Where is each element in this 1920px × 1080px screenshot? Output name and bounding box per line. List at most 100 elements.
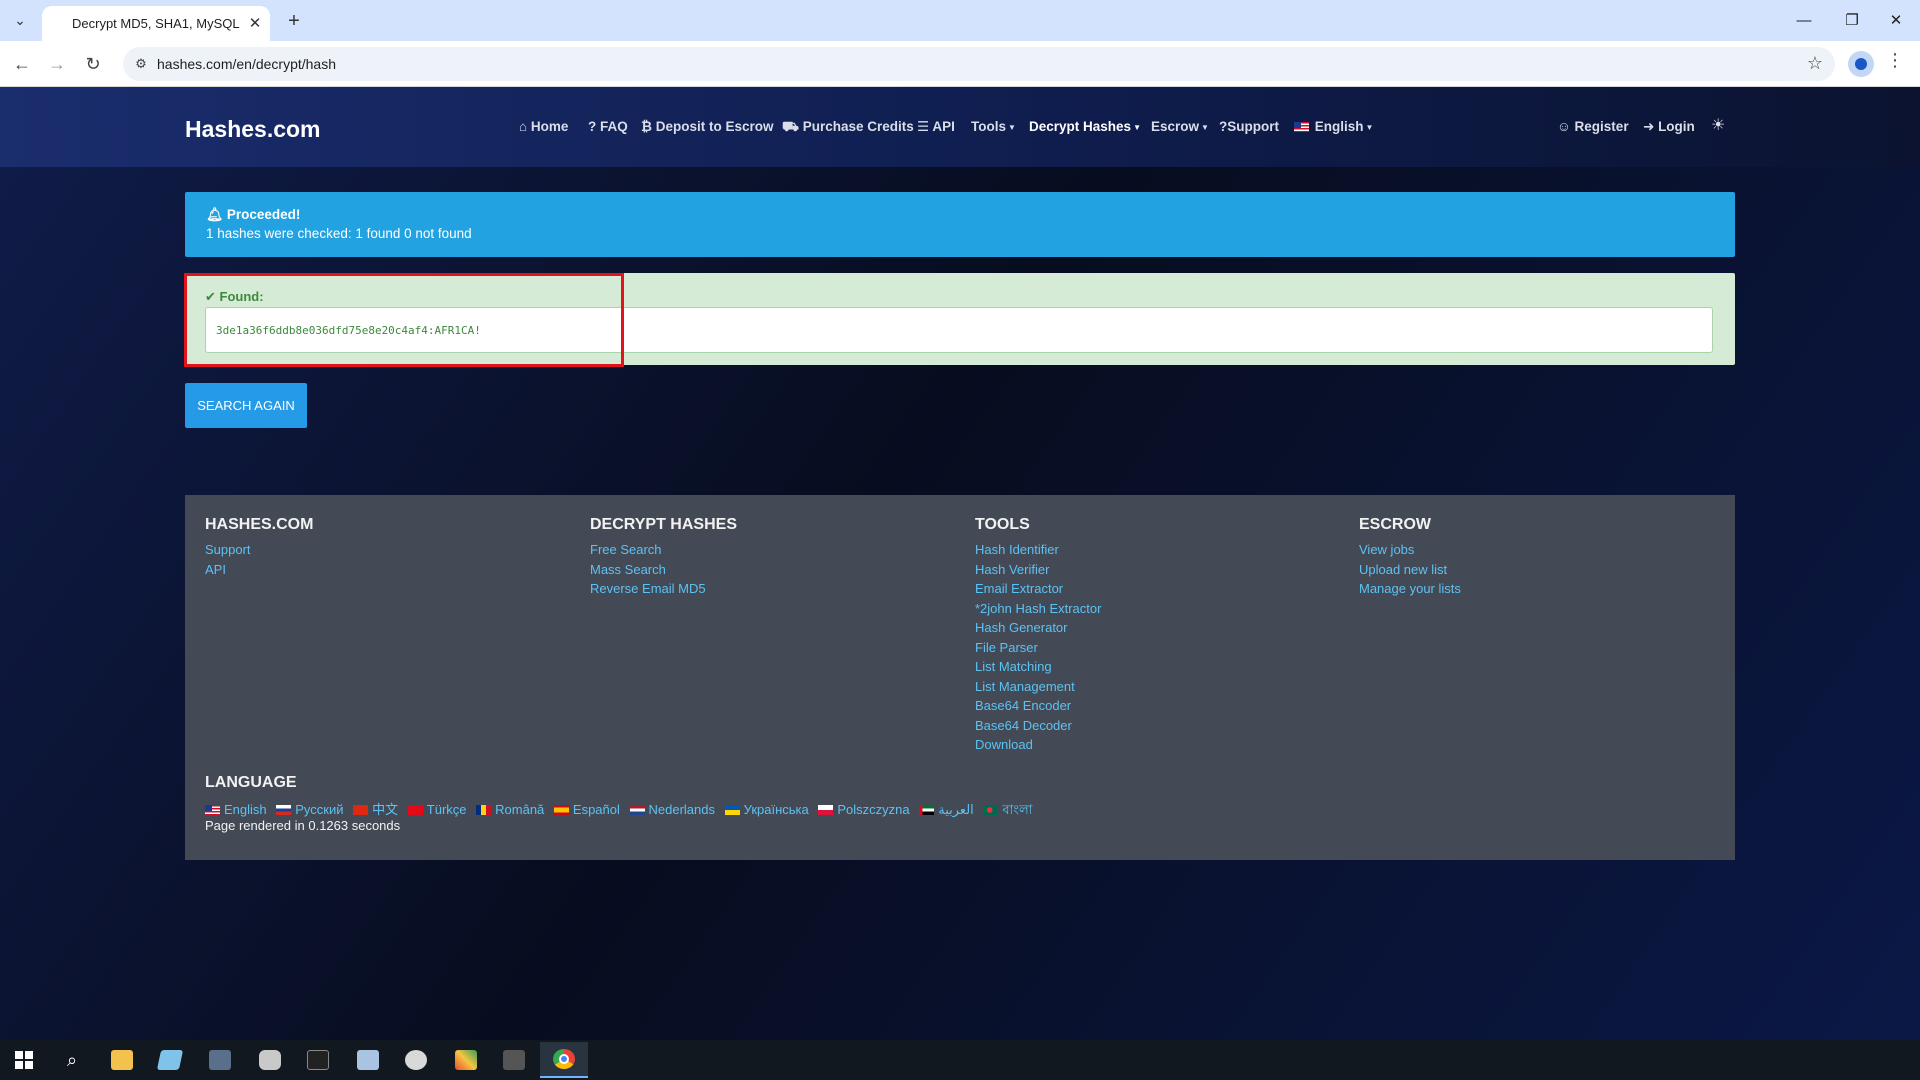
- footer-link[interactable]: Manage your lists: [1359, 579, 1461, 599]
- nav-login-label: Login: [1658, 119, 1695, 134]
- browser-tab-active[interactable]: Decrypt MD5, SHA1, MySQL, N ✕: [42, 6, 270, 41]
- profile-avatar-icon[interactable]: [1848, 51, 1874, 77]
- language-link-spanish[interactable]: Español: [553, 802, 620, 817]
- close-window-icon[interactable]: ✕: [1878, 7, 1914, 33]
- site-info-icon[interactable]: ⚙: [131, 54, 151, 74]
- vpn-tool-icon[interactable]: [490, 1042, 538, 1078]
- footer-link[interactable]: Email Extractor: [975, 579, 1101, 599]
- footer-link[interactable]: Mass Search: [590, 560, 737, 580]
- terminal-icon[interactable]: [294, 1042, 342, 1078]
- found-label: ✔ Found:: [205, 289, 264, 305]
- pl-flag-icon: [818, 805, 834, 815]
- footer-link[interactable]: List Management: [975, 677, 1101, 697]
- forward-arrow-icon[interactable]: →: [43, 50, 71, 78]
- nav-escrow[interactable]: Escrow ▼: [1151, 119, 1209, 134]
- nav-faq[interactable]: ? FAQ: [588, 119, 628, 134]
- sheep-app-icon[interactable]: [392, 1042, 440, 1078]
- language-link-romanian[interactable]: Română: [476, 802, 544, 817]
- tab-search-chevron-icon[interactable]: ⌄: [7, 8, 33, 32]
- notepad-shape: [156, 1050, 184, 1070]
- ru-flag-icon: [276, 805, 292, 815]
- footer-link[interactable]: Reverse Email MD5: [590, 579, 737, 599]
- disk-utility-icon[interactable]: [196, 1042, 244, 1078]
- nav-tools[interactable]: Tools ▼: [971, 119, 1016, 134]
- footer-link[interactable]: Base64 Decoder: [975, 716, 1101, 736]
- footer-link[interactable]: Hash Verifier: [975, 560, 1101, 580]
- notepad-icon[interactable]: [146, 1042, 194, 1078]
- site-brand[interactable]: Hashes.com: [185, 116, 321, 143]
- network-shape: [357, 1050, 379, 1070]
- footer-col-escrow: ESCROW View jobs Upload new list Manage …: [1359, 516, 1461, 599]
- search-again-button[interactable]: Search Again: [185, 383, 307, 428]
- language-link-russian[interactable]: Русский: [276, 802, 344, 817]
- chrome-shape: [553, 1049, 575, 1069]
- network-tool-icon[interactable]: [344, 1042, 392, 1078]
- address-bar[interactable]: ⚙ hashes.com/en/decrypt/hash ☆: [123, 47, 1835, 81]
- bd-flag-icon: [983, 805, 999, 815]
- es-flag-icon: [553, 805, 569, 815]
- footer-link[interactable]: Download: [975, 735, 1101, 755]
- alert-title: 🔔︎ Proceeded!: [206, 207, 300, 223]
- check-icon: ✔: [205, 289, 220, 304]
- nav-deposit[interactable]: ₿ Deposit to Escrow: [641, 119, 774, 134]
- alert-title-text: Proceeded!: [226, 207, 301, 222]
- nav-support[interactable]: ?Support: [1219, 119, 1279, 134]
- nav-api[interactable]: ☰ API: [917, 119, 955, 135]
- language-link-ukrainian[interactable]: Українська: [724, 802, 809, 817]
- language-title: LANGUAGE: [205, 774, 297, 791]
- language-link-dutch[interactable]: Nederlands: [629, 802, 715, 817]
- nav-language[interactable]: English ▼: [1294, 119, 1373, 134]
- language-link-chinese[interactable]: 中文: [353, 802, 398, 817]
- nav-language-label: English: [1314, 119, 1364, 134]
- footer-link[interactable]: Free Search: [590, 540, 737, 560]
- footer-link[interactable]: File Parser: [975, 638, 1101, 658]
- start-windows-icon[interactable]: [0, 1042, 48, 1078]
- url-text[interactable]: hashes.com/en/decrypt/hash: [157, 56, 336, 72]
- footer-col-tools: TOOLS Hash Identifier Hash Verifier Emai…: [975, 516, 1101, 755]
- home-icon: ⌂: [519, 119, 531, 134]
- browser-menu-icon[interactable]: ⋮: [1885, 50, 1905, 71]
- footer-link[interactable]: Hash Identifier: [975, 540, 1101, 560]
- footer-link[interactable]: View jobs: [1359, 540, 1461, 560]
- database-shape: [259, 1050, 281, 1070]
- footer-link[interactable]: *2john Hash Extractor: [975, 599, 1101, 619]
- nav-home[interactable]: ⌂ Home: [519, 119, 568, 134]
- footer-link[interactable]: Support: [205, 540, 313, 560]
- theme-toggle-sun-icon[interactable]: ☀: [1711, 115, 1725, 135]
- bookmark-star-icon[interactable]: ☆: [1807, 53, 1823, 74]
- minimize-icon[interactable]: —: [1786, 7, 1822, 33]
- found-hash-value[interactable]: 3de1a36f6ddb8e036dfd75e8e20c4af4:AFR1CA!: [216, 324, 481, 337]
- language-link-english[interactable]: English: [205, 802, 267, 817]
- language-label: 中文: [372, 802, 399, 817]
- nav-purchase-label: Purchase Credits: [802, 119, 914, 134]
- back-arrow-icon[interactable]: ←: [8, 50, 36, 78]
- nav-purchase[interactable]: ⛟ Purchase Credits: [782, 119, 914, 137]
- footer-link[interactable]: API: [205, 560, 313, 580]
- reload-icon[interactable]: ↻: [79, 50, 107, 78]
- language-link-turkish[interactable]: Türkçe: [407, 802, 467, 817]
- terminal-shape: [307, 1050, 329, 1070]
- database-icon[interactable]: [246, 1042, 294, 1078]
- language-link-bengali[interactable]: বাংলা: [983, 802, 1032, 817]
- footer-link[interactable]: Hash Generator: [975, 618, 1101, 638]
- nav-login[interactable]: ➜ Login: [1643, 119, 1695, 135]
- nav-decrypt[interactable]: Decrypt Hashes ▼: [1029, 119, 1141, 134]
- language-label: বাংলা: [1002, 802, 1033, 817]
- restore-icon[interactable]: ❐: [1834, 7, 1870, 33]
- footer-link[interactable]: Upload new list: [1359, 560, 1461, 580]
- nav-register[interactable]: ☺ Register: [1557, 119, 1629, 134]
- language-link-polish[interactable]: Polszczyzna: [818, 802, 910, 817]
- git-tool-icon[interactable]: [442, 1042, 490, 1078]
- file-explorer-icon[interactable]: [98, 1042, 146, 1078]
- footer-link[interactable]: List Matching: [975, 657, 1101, 677]
- new-tab-plus-icon[interactable]: +: [282, 9, 306, 33]
- chrome-icon[interactable]: [540, 1042, 588, 1078]
- tab-close-icon[interactable]: ✕: [246, 14, 264, 32]
- search-icon[interactable]: ⌕: [48, 1042, 96, 1078]
- language-link-arabic[interactable]: العربية: [919, 802, 974, 817]
- footer-col-title: ESCROW: [1359, 516, 1431, 533]
- footer-link[interactable]: Base64 Encoder: [975, 696, 1101, 716]
- question-icon: ?: [588, 119, 600, 134]
- found-result-box[interactable]: 3de1a36f6ddb8e036dfd75e8e20c4af4:AFR1CA!: [205, 307, 1713, 353]
- alert-message: 1 hashes were checked: 1 found 0 not fou…: [206, 226, 472, 241]
